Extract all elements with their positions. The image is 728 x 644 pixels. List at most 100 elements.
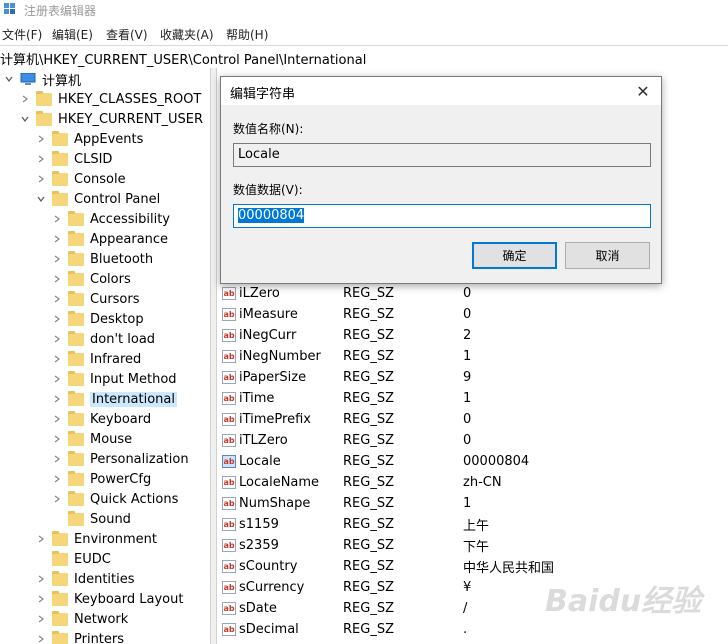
address-bar[interactable]: 计算机\HKEY_CURRENT_USER\Control Panel\Inte… xyxy=(0,45,728,69)
dialog-title-bar: 编辑字符串 ✕ xyxy=(221,77,661,105)
menu-bar: 文件(F) 编辑(E) 查看(V) 收藏夹(A) 帮助(H) xyxy=(0,24,728,44)
tree-item-infrared[interactable]: Infrared xyxy=(52,349,141,369)
key-tree[interactable]: 计算机 HKEY_CLASSES_ROOT HKEY_CURRENT_USER App… xyxy=(0,68,210,644)
menu-favorites[interactable]: 收藏夹(A) xyxy=(160,26,214,43)
chevron-right-icon[interactable] xyxy=(36,134,46,144)
menu-file[interactable]: 文件(F) xyxy=(2,26,42,43)
chevron-right-icon[interactable] xyxy=(52,414,62,424)
tree-item-eudc[interactable]: EUDC xyxy=(36,549,111,569)
string-value-icon: ab xyxy=(222,560,236,573)
chevron-right-icon[interactable] xyxy=(36,634,46,644)
value-row[interactable]: ab iMeasure REG_SZ 0 xyxy=(217,304,728,325)
value-name: NumShape xyxy=(239,496,311,511)
tree-item-desktop[interactable]: Desktop xyxy=(52,309,144,329)
tree-item-identities[interactable]: Identities xyxy=(36,569,135,589)
chevron-down-icon[interactable] xyxy=(20,114,30,124)
tree-item-quick-actions[interactable]: Quick Actions xyxy=(52,489,178,509)
chevron-right-icon[interactable] xyxy=(52,214,62,224)
string-value-icon-text: ab xyxy=(223,414,235,424)
tree-item-control-panel[interactable]: Control Panel xyxy=(36,189,160,209)
tree-item-label: AppEvents xyxy=(74,131,144,147)
chevron-right-icon[interactable] xyxy=(36,574,46,584)
chevron-right-icon[interactable] xyxy=(36,154,46,164)
tree-item-bluetooth[interactable]: Bluetooth xyxy=(52,249,153,269)
tree-item-sound[interactable]: Sound xyxy=(52,509,131,529)
chevron-right-icon[interactable] xyxy=(52,254,62,264)
chevron-right-icon[interactable] xyxy=(52,354,62,364)
chevron-right-icon[interactable] xyxy=(52,314,62,324)
value-row[interactable]: ab s2359 REG_SZ 下午 xyxy=(217,535,728,556)
tree-item-powercfg[interactable]: PowerCfg xyxy=(52,469,151,489)
value-row[interactable]: ab iPaperSize REG_SZ 9 xyxy=(217,367,728,388)
tree-item-personalization[interactable]: Personalization xyxy=(52,449,189,469)
tree-item-hkcr[interactable]: HKEY_CLASSES_ROOT xyxy=(20,89,201,109)
tree-item-hkcu[interactable]: HKEY_CURRENT_USER xyxy=(20,109,203,129)
chevron-right-icon[interactable] xyxy=(52,274,62,284)
tree-item-computer[interactable]: 计算机 xyxy=(4,69,81,89)
value-row[interactable]: ab LocaleName REG_SZ zh-CN xyxy=(217,472,728,493)
tree-item-printers[interactable]: Printers xyxy=(36,629,124,644)
value-row[interactable]: ab iLZero REG_SZ 0 xyxy=(217,283,728,304)
tree-item-appevents[interactable]: AppEvents xyxy=(36,129,143,149)
chevron-right-icon[interactable] xyxy=(52,394,62,404)
value-row[interactable]: ab sDecimal REG_SZ. xyxy=(217,619,728,640)
chevron-right-icon[interactable] xyxy=(52,474,62,484)
tree-item-clsid[interactable]: CLSID xyxy=(36,149,112,169)
tree-item-label: Identities xyxy=(74,571,135,587)
value-row[interactable]: ab Locale REG_SZ 00000804 xyxy=(217,451,728,472)
tree-item-environment[interactable]: Environment xyxy=(36,529,157,549)
chevron-right-icon[interactable] xyxy=(52,294,62,304)
string-value-icon-text: ab xyxy=(223,309,235,319)
chevron-right-icon[interactable] xyxy=(52,234,62,244)
chevron-right-icon[interactable] xyxy=(36,594,46,604)
tree-item-keyboard-layout[interactable]: Keyboard Layout xyxy=(36,589,183,609)
tree-item-keyboard[interactable]: Keyboard xyxy=(52,409,151,429)
value-type: REG_SZ xyxy=(343,601,394,616)
chevron-right-icon[interactable] xyxy=(36,174,46,184)
tree-item-international[interactable]: International xyxy=(52,389,177,409)
tree-item-input-method[interactable]: Input Method xyxy=(52,369,177,389)
menu-edit[interactable]: 编辑(E) xyxy=(52,26,93,43)
tree-item-label: Mouse xyxy=(90,431,133,447)
value-row[interactable]: ab sCountry REG_SZ 中华人民共和国 xyxy=(217,556,728,577)
value-row[interactable]: ab iTimePrefix REG_SZ 0 xyxy=(217,409,728,430)
chevron-right-icon[interactable] xyxy=(36,614,46,624)
chevron-right-icon[interactable] xyxy=(52,334,62,344)
ok-button[interactable]: 确定 xyxy=(472,242,557,269)
pane-splitter[interactable] xyxy=(210,68,217,644)
chevron-right-icon[interactable] xyxy=(20,94,30,104)
tree-item-label: 计算机 xyxy=(42,73,82,89)
value-row[interactable]: ab iTLZero REG_SZ 0 xyxy=(217,430,728,451)
tree-item-accessibility[interactable]: Accessibility xyxy=(52,209,170,229)
value-data-text[interactable]: 00000804 xyxy=(238,208,305,223)
value-name: iTime xyxy=(239,391,275,406)
cancel-button[interactable]: 取消 xyxy=(565,242,650,269)
tree-item-label: Accessibility xyxy=(90,211,170,227)
value-row[interactable]: ab NumShape REG_SZ 1 xyxy=(217,493,728,514)
menu-help[interactable]: 帮助(H) xyxy=(226,26,268,43)
chevron-down-icon[interactable] xyxy=(36,194,46,204)
chevron-right-icon[interactable] xyxy=(52,494,62,504)
tree-item-colors[interactable]: Colors xyxy=(52,269,131,289)
value-row[interactable]: ab iNegNumber REG_SZ 1 xyxy=(217,346,728,367)
tree-item-appearance[interactable]: Appearance xyxy=(52,229,168,249)
tree-item-network[interactable]: Network xyxy=(36,609,128,629)
value-data-input[interactable]: 00000804 xyxy=(233,204,651,228)
close-icon[interactable]: ✕ xyxy=(625,77,661,105)
tree-item-cursors[interactable]: Cursors xyxy=(52,289,140,309)
chevron-right-icon[interactable] xyxy=(36,534,46,544)
address-path[interactable]: 计算机\HKEY_CURRENT_USER\Control Panel\Inte… xyxy=(0,49,366,68)
value-row[interactable]: ab iNegCurr REG_SZ 2 xyxy=(217,325,728,346)
value-name: Locale xyxy=(239,454,281,469)
chevron-down-icon[interactable] xyxy=(4,74,14,84)
menu-view[interactable]: 查看(V) xyxy=(106,26,148,43)
tree-item-mouse[interactable]: Mouse xyxy=(52,429,132,449)
chevron-right-icon[interactable] xyxy=(52,454,62,464)
chevron-right-icon[interactable] xyxy=(52,374,62,384)
tree-item-console[interactable]: Console xyxy=(36,169,126,189)
chevron-right-icon[interactable] xyxy=(52,434,62,444)
value-row[interactable]: ab iTime REG_SZ 1 xyxy=(217,388,728,409)
tree-item-don-t-load[interactable]: don't load xyxy=(52,329,155,349)
value-data: 0 xyxy=(463,433,472,448)
value-row[interactable]: ab s1159 REG_SZ 上午 xyxy=(217,514,728,535)
